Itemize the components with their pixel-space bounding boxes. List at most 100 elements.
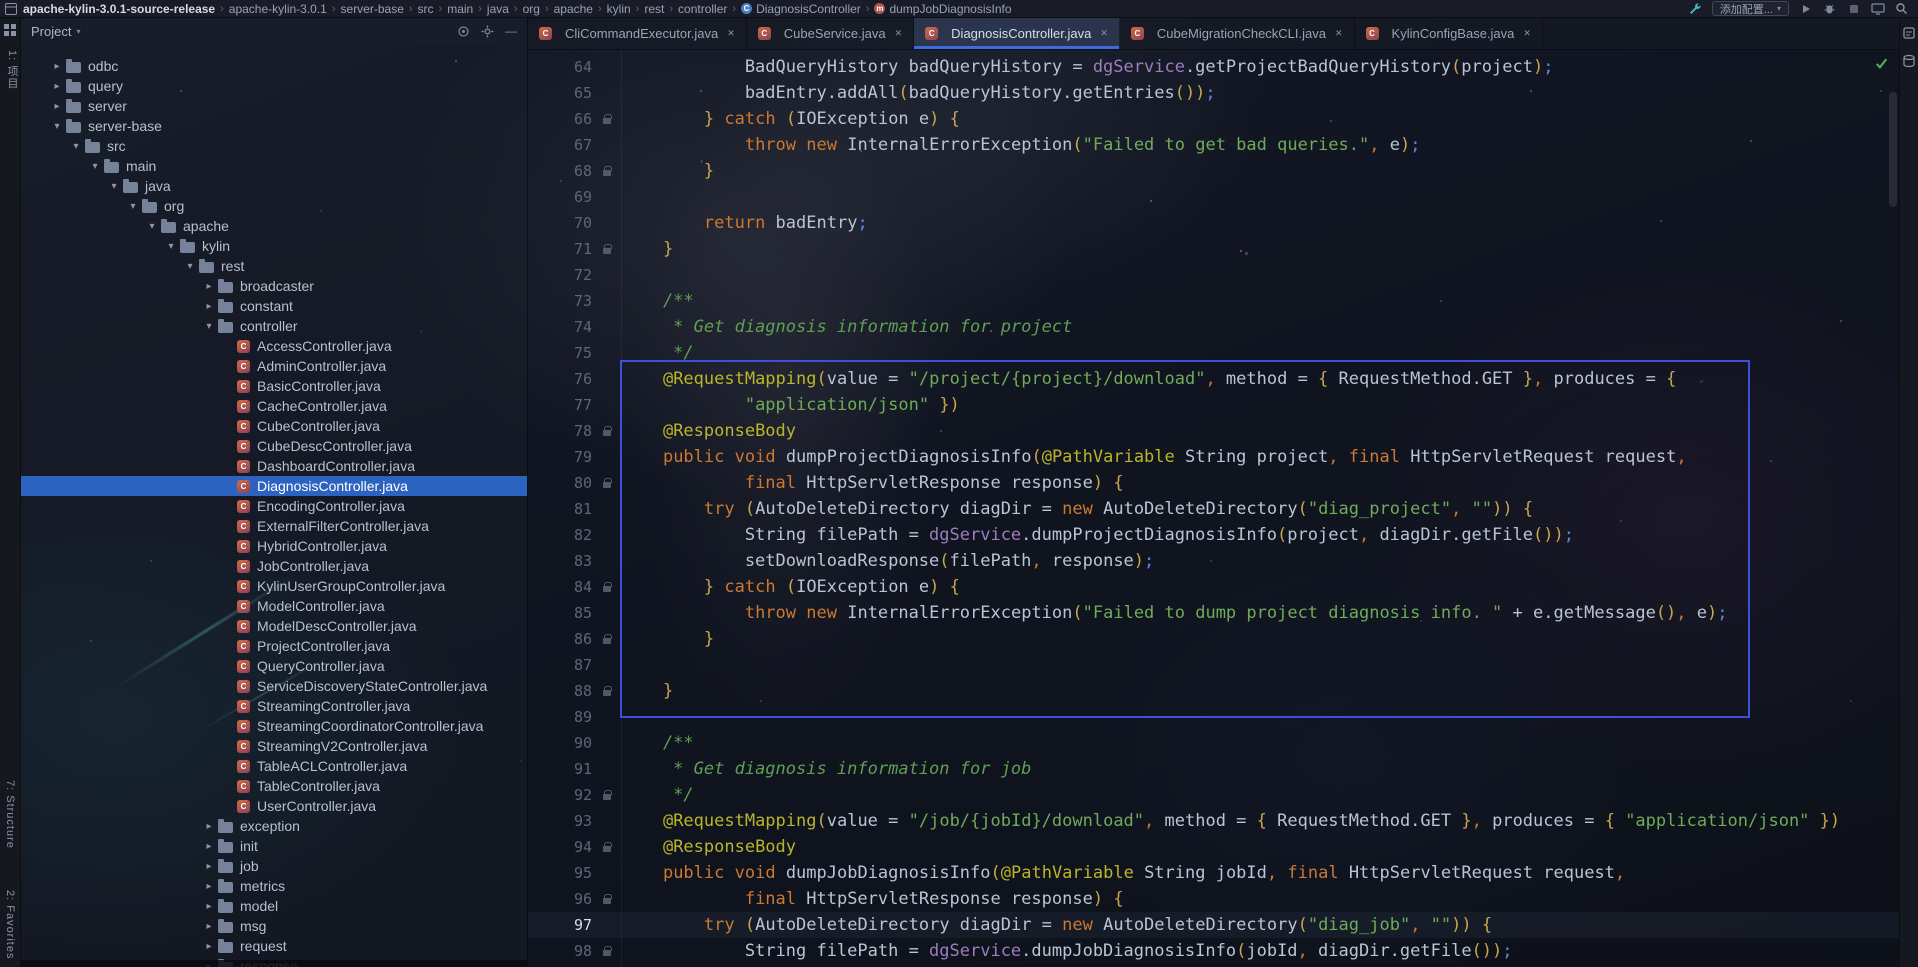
tree-item-folder[interactable]: ▾apache	[21, 216, 527, 236]
tree-item-file[interactable]: CTableACLController.java	[21, 756, 527, 776]
tree-item-folder[interactable]: ▸metrics	[21, 876, 527, 896]
code-line[interactable]: 95 public void dumpJobDiagnosisInfo(@Pat…	[528, 860, 1899, 886]
chevron-down-icon[interactable]: ▾	[126, 201, 140, 212]
breadcrumb-item[interactable]: rest	[644, 2, 664, 16]
chevron-right-icon[interactable]: ▸	[202, 881, 216, 892]
chevron-down-icon[interactable]: ▾	[50, 121, 64, 132]
tree-item-file[interactable]: CKylinUserGroupController.java	[21, 576, 527, 596]
tree-item-file[interactable]: CModelController.java	[21, 596, 527, 616]
tree-item-file[interactable]: CAccessController.java	[21, 336, 527, 356]
breadcrumb-item[interactable]: kylin	[607, 2, 631, 16]
chevron-down-icon[interactable]: ▾	[107, 181, 121, 192]
code-line[interactable]: 78 @ResponseBody	[528, 418, 1899, 444]
build-wrench-icon[interactable]	[1688, 1, 1703, 16]
code-line[interactable]: 85 throw new InternalErrorException("Fai…	[528, 600, 1899, 626]
tree-item-file[interactable]: CProjectController.java	[21, 636, 527, 656]
chevron-right-icon[interactable]: ▸	[202, 281, 216, 292]
tree-item-file[interactable]: CCubeDescController.java	[21, 436, 527, 456]
code-line[interactable]: 94 @ResponseBody	[528, 834, 1899, 860]
code-line[interactable]: 71 }	[528, 236, 1899, 262]
code-line[interactable]: 98 String filePath = dgService.dumpJobDi…	[528, 938, 1899, 964]
fold-marker-icon[interactable]	[592, 834, 622, 860]
tree-item-folder[interactable]: ▸exception	[21, 816, 527, 836]
fold-marker-icon[interactable]	[592, 938, 622, 964]
tree-item-file[interactable]: CDashboardController.java	[21, 456, 527, 476]
code-line[interactable]: 72	[528, 262, 1899, 288]
fold-marker-icon[interactable]	[592, 470, 622, 496]
code-editor[interactable]: 64 BadQueryHistory badQueryHistory = dgS…	[528, 50, 1899, 967]
tree-item-folder[interactable]: ▸query	[21, 76, 527, 96]
breadcrumb-item[interactable]: apache-kylin-3.0.1	[229, 2, 327, 16]
fold-marker-icon[interactable]	[592, 106, 622, 132]
tree-item-file[interactable]: CDiagnosisController.java	[21, 476, 527, 496]
code-line[interactable]: 65 badEntry.addAll(badQueryHistory.getEn…	[528, 80, 1899, 106]
code-line[interactable]: 77 "application/json" })	[528, 392, 1899, 418]
code-line[interactable]: 66 } catch (IOException e) {	[528, 106, 1899, 132]
code-line[interactable]: 93 @RequestMapping(value = "/job/{jobId}…	[528, 808, 1899, 834]
tree-item-folder[interactable]: ▸model	[21, 896, 527, 916]
fold-marker-icon[interactable]	[592, 418, 622, 444]
code-line[interactable]: 92 */	[528, 782, 1899, 808]
breadcrumb-item[interactable]: main	[447, 2, 473, 16]
editor-tab[interactable]: CCliCommandExecutor.java✕	[528, 18, 747, 49]
tree-item-file[interactable]: CEncodingController.java	[21, 496, 527, 516]
code-line[interactable]: 84 } catch (IOException e) {	[528, 574, 1899, 600]
tool-button-project[interactable]: 1: 项目	[4, 50, 20, 89]
fold-marker-icon[interactable]	[592, 158, 622, 184]
code-line[interactable]: 89	[528, 704, 1899, 730]
chevron-down-icon[interactable]: ▾	[183, 261, 197, 272]
breadcrumb-item[interactable]: CDiagnosisController	[741, 2, 861, 16]
fold-marker-icon[interactable]	[592, 678, 622, 704]
tree-item-folder[interactable]: ▾kylin	[21, 236, 527, 256]
fold-marker-icon[interactable]	[592, 886, 622, 912]
tree-item-file[interactable]: CUserController.java	[21, 796, 527, 816]
run-icon[interactable]	[1798, 1, 1813, 16]
chevron-right-icon[interactable]: ▸	[202, 921, 216, 932]
code-line[interactable]: 79 public void dumpProjectDiagnosisInfo(…	[528, 444, 1899, 470]
chevron-right-icon[interactable]: ▸	[202, 821, 216, 832]
database-icon[interactable]	[1902, 54, 1916, 68]
code-line[interactable]: 68 }	[528, 158, 1899, 184]
debug-icon[interactable]	[1822, 1, 1837, 16]
chevron-right-icon[interactable]: ▸	[50, 101, 64, 112]
code-line[interactable]: 97 try (AutoDeleteDirectory diagDir = ne…	[528, 912, 1899, 938]
editor-tab[interactable]: CCubeService.java✕	[747, 18, 914, 49]
tree-item-folder[interactable]: ▾src	[21, 136, 527, 156]
tree-item-folder[interactable]: ▸init	[21, 836, 527, 856]
gear-icon[interactable]	[481, 25, 494, 38]
close-icon[interactable]: ✕	[1335, 28, 1343, 39]
editor-tab[interactable]: CDiagnosisController.java✕	[914, 18, 1120, 49]
tree-item-file[interactable]: CModelDescController.java	[21, 616, 527, 636]
tree-item-file[interactable]: CJobController.java	[21, 556, 527, 576]
stop-icon[interactable]	[1846, 1, 1861, 16]
chevron-right-icon[interactable]: ▸	[202, 841, 216, 852]
breadcrumb-item[interactable]: apache	[554, 2, 593, 16]
code-line[interactable]: 91 * Get diagnosis information for job	[528, 756, 1899, 782]
chevron-right-icon[interactable]: ▸	[202, 301, 216, 312]
tree-item-file[interactable]: CExternalFilterController.java	[21, 516, 527, 536]
chevron-down-icon[interactable]: ▾	[145, 221, 159, 232]
code-line[interactable]: 76 @RequestMapping(value = "/project/{pr…	[528, 366, 1899, 392]
breadcrumb-item[interactable]: apache-kylin-3.0.1-source-release	[23, 2, 215, 16]
code-line[interactable]: 87	[528, 652, 1899, 678]
code-line[interactable]: 96 final HttpServletResponse response) {	[528, 886, 1899, 912]
tool-button-structure[interactable]: 7: Structure	[4, 780, 16, 849]
notifications-icon[interactable]	[1902, 26, 1916, 40]
chevron-down-icon[interactable]: ▾	[202, 321, 216, 332]
fold-marker-icon[interactable]	[592, 782, 622, 808]
code-line[interactable]: 88 }	[528, 678, 1899, 704]
code-line[interactable]: 75 */	[528, 340, 1899, 366]
tree-item-folder[interactable]: ▾rest	[21, 256, 527, 276]
tree-item-file[interactable]: CStreamingController.java	[21, 696, 527, 716]
code-line[interactable]: 67 throw new InternalErrorException("Fai…	[528, 132, 1899, 158]
tree-item-file[interactable]: CCubeController.java	[21, 416, 527, 436]
code-line[interactable]: 86 }	[528, 626, 1899, 652]
chevron-right-icon[interactable]: ▸	[202, 941, 216, 952]
code-line[interactable]: 80 final HttpServletResponse response) {	[528, 470, 1899, 496]
breadcrumb-item[interactable]: org	[523, 2, 540, 16]
close-icon[interactable]: ✕	[727, 28, 735, 39]
tree-item-file[interactable]: CBasicController.java	[21, 376, 527, 396]
project-grid-icon[interactable]	[3, 23, 17, 37]
code-line[interactable]: 69	[528, 184, 1899, 210]
tree-item-file[interactable]: CAdminController.java	[21, 356, 527, 376]
